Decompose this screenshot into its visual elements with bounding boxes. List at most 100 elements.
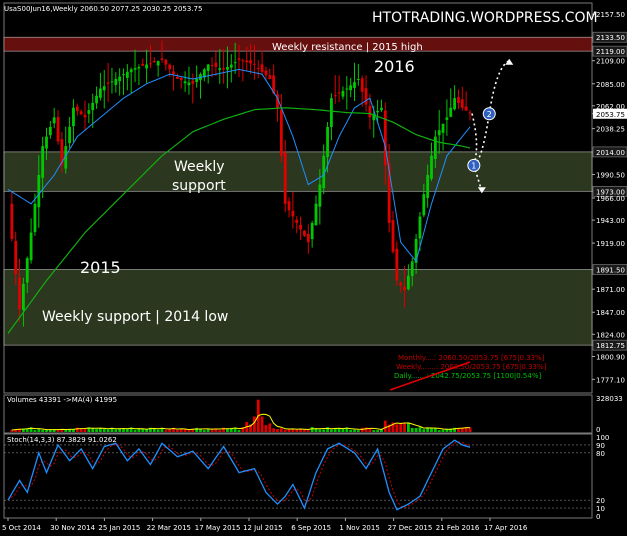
candle-body [41,146,45,178]
candle-body [168,64,172,70]
volume-bar [183,429,187,432]
candle-body [72,107,75,127]
candle-body [102,86,106,91]
date-tick-label: 6 Sep 2015 [291,524,331,532]
candle-body [133,68,137,70]
price-tick-label: 1943.00 [596,217,625,225]
candle-body [253,63,256,65]
date-tick-label: 17 Apr 2016 [484,524,528,532]
date-tick-label: 1 Nov 2015 [339,524,379,532]
stoch-axis-label: 10 [596,505,605,513]
candle-body [164,59,168,65]
volume-bar [83,428,87,432]
volume-bar [268,423,272,432]
volume-bar [395,424,399,432]
volume-bar [441,429,445,432]
projection-marker-1-label: 1 [471,161,476,170]
candle-body [160,58,164,60]
candle-body [468,112,472,114]
candle-body [264,70,268,76]
symbol-header: UsaS00Jun16,Weekly 2060.50 2077.25 2030.… [4,5,202,13]
stoch-levels [4,444,592,509]
volume-bar [253,416,256,432]
date-tick-label: 17 May 2015 [195,524,241,532]
stoch-axis-label: 80 [596,450,605,458]
price-tick-label: 1777.10 [596,376,625,384]
candle-body [52,117,56,124]
level-price-label: 2133.50 [596,34,625,42]
volume-bar [260,416,264,432]
candle-body [110,81,114,83]
volume-bar [372,430,376,432]
candle-body [303,230,306,236]
price-tick-label: 1990.50 [596,171,625,179]
candle-body [426,174,430,198]
candle-body [306,233,310,243]
volume-bar [95,429,98,432]
resistance-label: Weekly resistance | 2015 high [272,42,423,53]
volume-bars [10,399,472,432]
candle-body [356,78,360,80]
date-tick-label: 27 Dec 2015 [388,524,433,532]
candle-body [464,106,468,111]
candle-body [457,97,460,103]
candle-body [214,62,218,67]
weekly-support-zone [3,151,593,192]
candle-body [141,63,145,66]
volume-bar [414,427,418,432]
date-tick-label: 5 Oct 2014 [2,524,41,532]
stoch-axis: 100908020100 [596,434,609,521]
volume-bar [37,429,41,432]
candle-body [106,82,110,84]
candle-body [287,201,291,211]
volume-bar [64,429,68,432]
candle-body [241,60,245,62]
pivot-weekly: Weekly.......: 2060.50/2053.75 [675|0.33… [396,363,547,371]
volume-bar [199,429,202,432]
price-tick-label: 2085.00 [596,81,625,89]
volume-bar [202,430,206,432]
candle-body [330,98,333,128]
candle-body [310,222,314,240]
year-2016-label: 2016 [374,57,415,76]
candle-body [445,117,449,120]
candle-body [449,107,453,117]
price-tick-label: 1966.00 [596,195,625,203]
volume-bar [41,429,45,432]
candle-body [376,110,379,113]
candle-body [99,88,102,98]
candle-body [380,107,383,111]
candle-body [245,60,249,63]
candle-body [256,68,260,70]
date-tick-label: 12 Jul 2015 [243,524,283,532]
candle-body [349,85,353,91]
stoch-main-line [7,439,471,511]
weekly-support-2014-low-label: Weekly support | 2014 low [42,309,228,325]
candle-body [460,99,464,108]
candle-body [152,60,156,63]
site-watermark: HTOTRADING.WORDPRESS.COM [372,10,598,26]
volume-bar [422,429,426,432]
volume-bar [279,428,283,432]
price-tick-label: 2109.00 [596,58,625,66]
candle-body [45,136,48,149]
candle-body [237,58,241,60]
candle-body [422,194,426,216]
date-tick-label: 21 Feb 2016 [436,524,480,532]
volume-bar [106,429,110,432]
candle-body [295,219,299,223]
volume-bar [276,429,279,432]
candle-body [145,64,148,69]
candle-body [172,71,175,75]
level-price-label: 1891.50 [596,267,625,275]
candle-body [364,88,368,105]
volume-bar [226,428,229,432]
candle-body [206,64,210,71]
volume-bar [102,428,106,432]
stoch-axis-label: 0 [596,513,600,521]
volume-bar [75,427,79,432]
stoch-axis-label: 100 [596,434,609,442]
volume-bar [295,429,299,432]
volume-bar [364,427,368,432]
candle-body [137,66,141,69]
